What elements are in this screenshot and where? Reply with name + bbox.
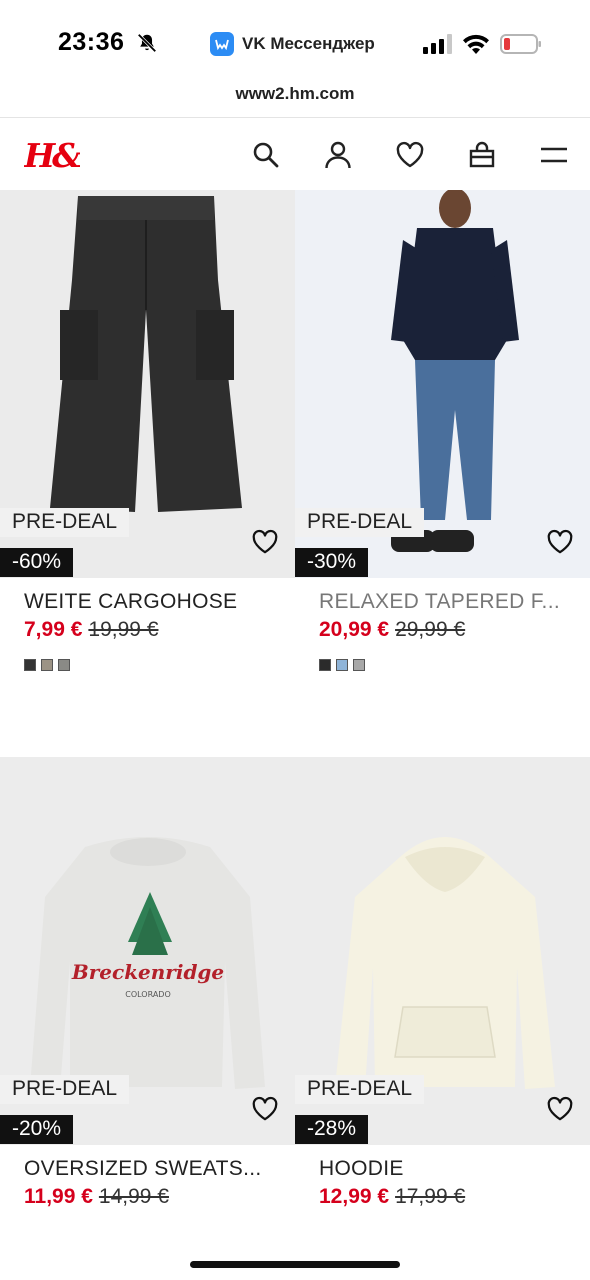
source-app-name: VK Мессенджер (242, 34, 375, 53)
product-image[interactable]: Breckenridge COLORADO PRE-DEAL -20% (0, 757, 295, 1145)
sweatshirt-subprint-text: COLORADO (125, 990, 171, 999)
cart-icon[interactable] (467, 140, 497, 170)
product-prices: 11,99 €14,99 € (24, 1185, 169, 1209)
sale-price: 11,99 € (24, 1185, 93, 1208)
product-name[interactable]: HOODIE (319, 1157, 579, 1181)
original-price: 19,99 € (88, 618, 159, 641)
discount-badge: -20% (0, 1115, 74, 1144)
original-price: 29,99 € (395, 618, 466, 641)
pre-deal-badge: PRE-DEAL (0, 1075, 130, 1104)
account-icon[interactable] (323, 140, 353, 170)
color-swatch[interactable] (41, 659, 53, 671)
product-prices: 12,99 €17,99 € (319, 1185, 465, 1209)
hm-logo[interactable]: H&M (24, 134, 80, 174)
color-swatches (319, 659, 365, 671)
favorites-icon[interactable] (395, 140, 425, 170)
search-icon[interactable] (251, 140, 281, 170)
add-to-favorites-icon[interactable] (546, 1096, 574, 1122)
color-swatch[interactable] (24, 659, 36, 671)
product-image[interactable]: PRE-DEAL -60% (0, 190, 295, 578)
discount-badge: -60% (0, 548, 74, 577)
site-header: H&M (0, 118, 590, 190)
pre-deal-badge: PRE-DEAL (0, 508, 130, 537)
cellular-signal-icon (423, 34, 452, 54)
original-price: 17,99 € (395, 1185, 466, 1208)
product-prices: 7,99 €19,99 € (24, 618, 158, 642)
pre-deal-badge: PRE-DEAL (295, 1075, 425, 1104)
product-name[interactable]: RELAXED TAPERED F... (319, 590, 579, 614)
url-text: www2.hm.com (235, 84, 355, 103)
add-to-favorites-icon[interactable] (251, 529, 279, 555)
back-to-app[interactable]: VK Мессенджер (210, 32, 375, 56)
sale-price: 20,99 € (319, 618, 390, 641)
menu-icon[interactable] (539, 140, 569, 170)
color-swatches (24, 659, 70, 671)
home-indicator[interactable] (190, 1261, 400, 1268)
svg-text:H&M: H&M (24, 136, 80, 174)
status-time: 23:36 (58, 28, 125, 56)
discount-badge: -30% (295, 548, 369, 577)
product-image[interactable]: PRE-DEAL -30% (295, 190, 590, 578)
product-name[interactable]: WEITE CARGOHOSE (24, 590, 284, 614)
sale-price: 12,99 € (319, 1185, 390, 1208)
original-price: 14,99 € (98, 1185, 169, 1208)
color-swatch[interactable] (58, 659, 70, 671)
product-name[interactable]: OVERSIZED SWEATS... (24, 1157, 284, 1181)
add-to-favorites-icon[interactable] (251, 1096, 279, 1122)
product-prices: 20,99 €29,99 € (319, 618, 465, 642)
product-image[interactable]: PRE-DEAL -28% (295, 757, 590, 1145)
color-swatch[interactable] (336, 659, 348, 671)
color-swatch[interactable] (319, 659, 331, 671)
pre-deal-badge: PRE-DEAL (295, 508, 425, 537)
add-to-favorites-icon[interactable] (546, 529, 574, 555)
color-swatch[interactable] (353, 659, 365, 671)
bell-muted-icon (137, 33, 157, 53)
sweatshirt-print-text: Breckenridge (71, 960, 224, 984)
wifi-icon (463, 34, 489, 54)
discount-badge: -28% (295, 1115, 369, 1144)
battery-icon (500, 34, 541, 54)
sale-price: 7,99 € (24, 618, 83, 641)
status-bar: 23:36 VK Мессенджер (0, 0, 590, 78)
vk-messenger-icon (210, 32, 234, 56)
address-bar[interactable]: www2.hm.com (0, 78, 590, 118)
